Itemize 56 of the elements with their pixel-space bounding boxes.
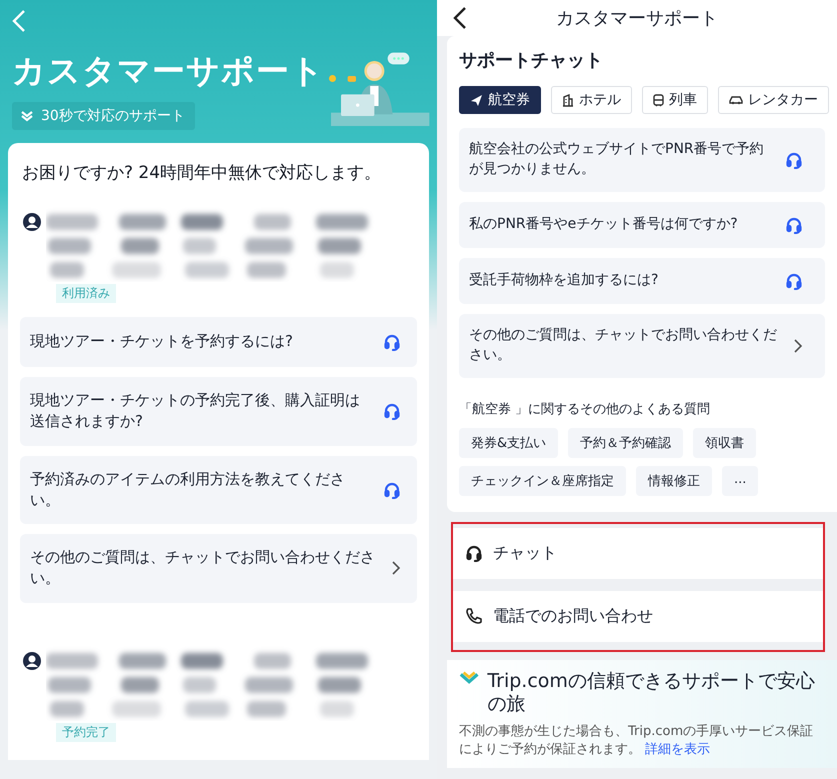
category-tab[interactable]: 航空券 — [459, 86, 541, 114]
status-tag: 予約完了 — [56, 722, 116, 742]
headset-icon — [785, 272, 803, 290]
topic-chip[interactable]: 予約＆予約確認 — [568, 428, 684, 458]
faq-text: その他のご質問は、チャットでお問い合わせください。 — [30, 547, 376, 590]
chevron-right-icon — [391, 560, 401, 576]
faq-item[interactable]: 受託手荷物枠を追加するには? — [459, 258, 825, 304]
faq-item[interactable]: その他のご質問は、チャットでお問い合わせください。 — [459, 314, 825, 378]
trust-text: 不測の事態が生じた場合も、Trip.comの手厚いサービス保証によりご予約が保証されます。 詳細を表示 — [459, 723, 814, 758]
double-chevron-icon — [20, 110, 34, 122]
related-heading: 「航空券 」に関するその他のよくある質問 — [459, 400, 712, 418]
faq-item[interactable]: 現地ツアー・チケットの予約完了後、購入証明は送信されますか? — [20, 377, 417, 446]
faq-text: 現地ツアー・チケットを予約するには? — [30, 331, 294, 352]
section-title: サポートチャット — [459, 49, 603, 72]
faq-item[interactable]: 私のPNR番号やeチケット番号は何ですか? — [459, 202, 825, 248]
faq-item[interactable]: 航空会社の公式ウェブサイトでPNR番号で予約が見つかりません。 — [459, 128, 825, 192]
chevron-right-icon — [793, 338, 803, 354]
page-title: カスタマーサポート — [12, 50, 325, 92]
car-icon — [729, 94, 743, 106]
plane-icon — [470, 94, 483, 106]
faq-text: その他のご質問は、チャットでお問い合わせください。 — [469, 326, 778, 365]
headset-icon — [465, 544, 483, 562]
topic-chip[interactable]: ... — [722, 466, 758, 496]
category-tab[interactable]: レンタカー — [718, 86, 829, 114]
category-tab[interactable]: 列車 — [642, 86, 708, 114]
faq-text: 現地ツアー・チケットの予約完了後、購入証明は送信されますか? — [30, 390, 361, 432]
topic-chip[interactable]: 情報修正 — [636, 466, 712, 496]
faq-item[interactable]: 予約済みのアイテムの利用方法を教えてください。 — [20, 456, 417, 524]
contact-option[interactable]: 電話でのお問い合わせ — [453, 590, 823, 642]
topic-chip[interactable]: 領収書 — [693, 428, 756, 458]
details-link[interactable]: 詳細を表示 — [645, 742, 710, 757]
faq-text: 予約済みのアイテムの利用方法を教えてください。 — [30, 468, 346, 511]
building-icon — [562, 94, 574, 106]
headset-icon — [785, 216, 803, 234]
headset-icon — [383, 480, 401, 499]
faq-text: 私のPNR番号やeチケット番号は何ですか? — [469, 214, 739, 234]
greeting-text: お困りですか? 24時間年中無休で対応します。 — [21, 162, 382, 185]
faq-text: 航空会社の公式ウェブサイトでPNR番号で予約が見つかりません。 — [469, 140, 765, 179]
topic-chip[interactable]: 発券&支払い — [459, 428, 558, 458]
badge-text: 30秒で対応のサポート — [41, 107, 185, 125]
headset-icon — [785, 150, 803, 169]
contact-option[interactable]: チャット — [453, 528, 823, 578]
faq-item[interactable]: その他のご質問は、チャットでお問い合わせください。 — [20, 534, 417, 603]
phone-icon — [465, 607, 483, 625]
header-title: カスタマーサポート — [556, 7, 718, 30]
trust-title: Trip.comの信頼できるサポートで安心の旅 — [487, 670, 816, 717]
train-icon — [653, 94, 664, 106]
category-tab[interactable]: ホテル — [551, 86, 632, 114]
faq-text: 受託手荷物枠を追加するには? — [469, 270, 660, 290]
faq-item[interactable]: 現地ツアー・チケットを予約するには? — [20, 317, 417, 367]
status-tag: 利用済み — [56, 284, 116, 303]
back-icon[interactable] — [453, 6, 467, 30]
headset-icon — [383, 333, 401, 351]
dot-icon — [329, 75, 336, 82]
topic-chip[interactable]: チェックイン＆座席指定 — [459, 466, 626, 496]
headset-icon — [383, 402, 401, 420]
